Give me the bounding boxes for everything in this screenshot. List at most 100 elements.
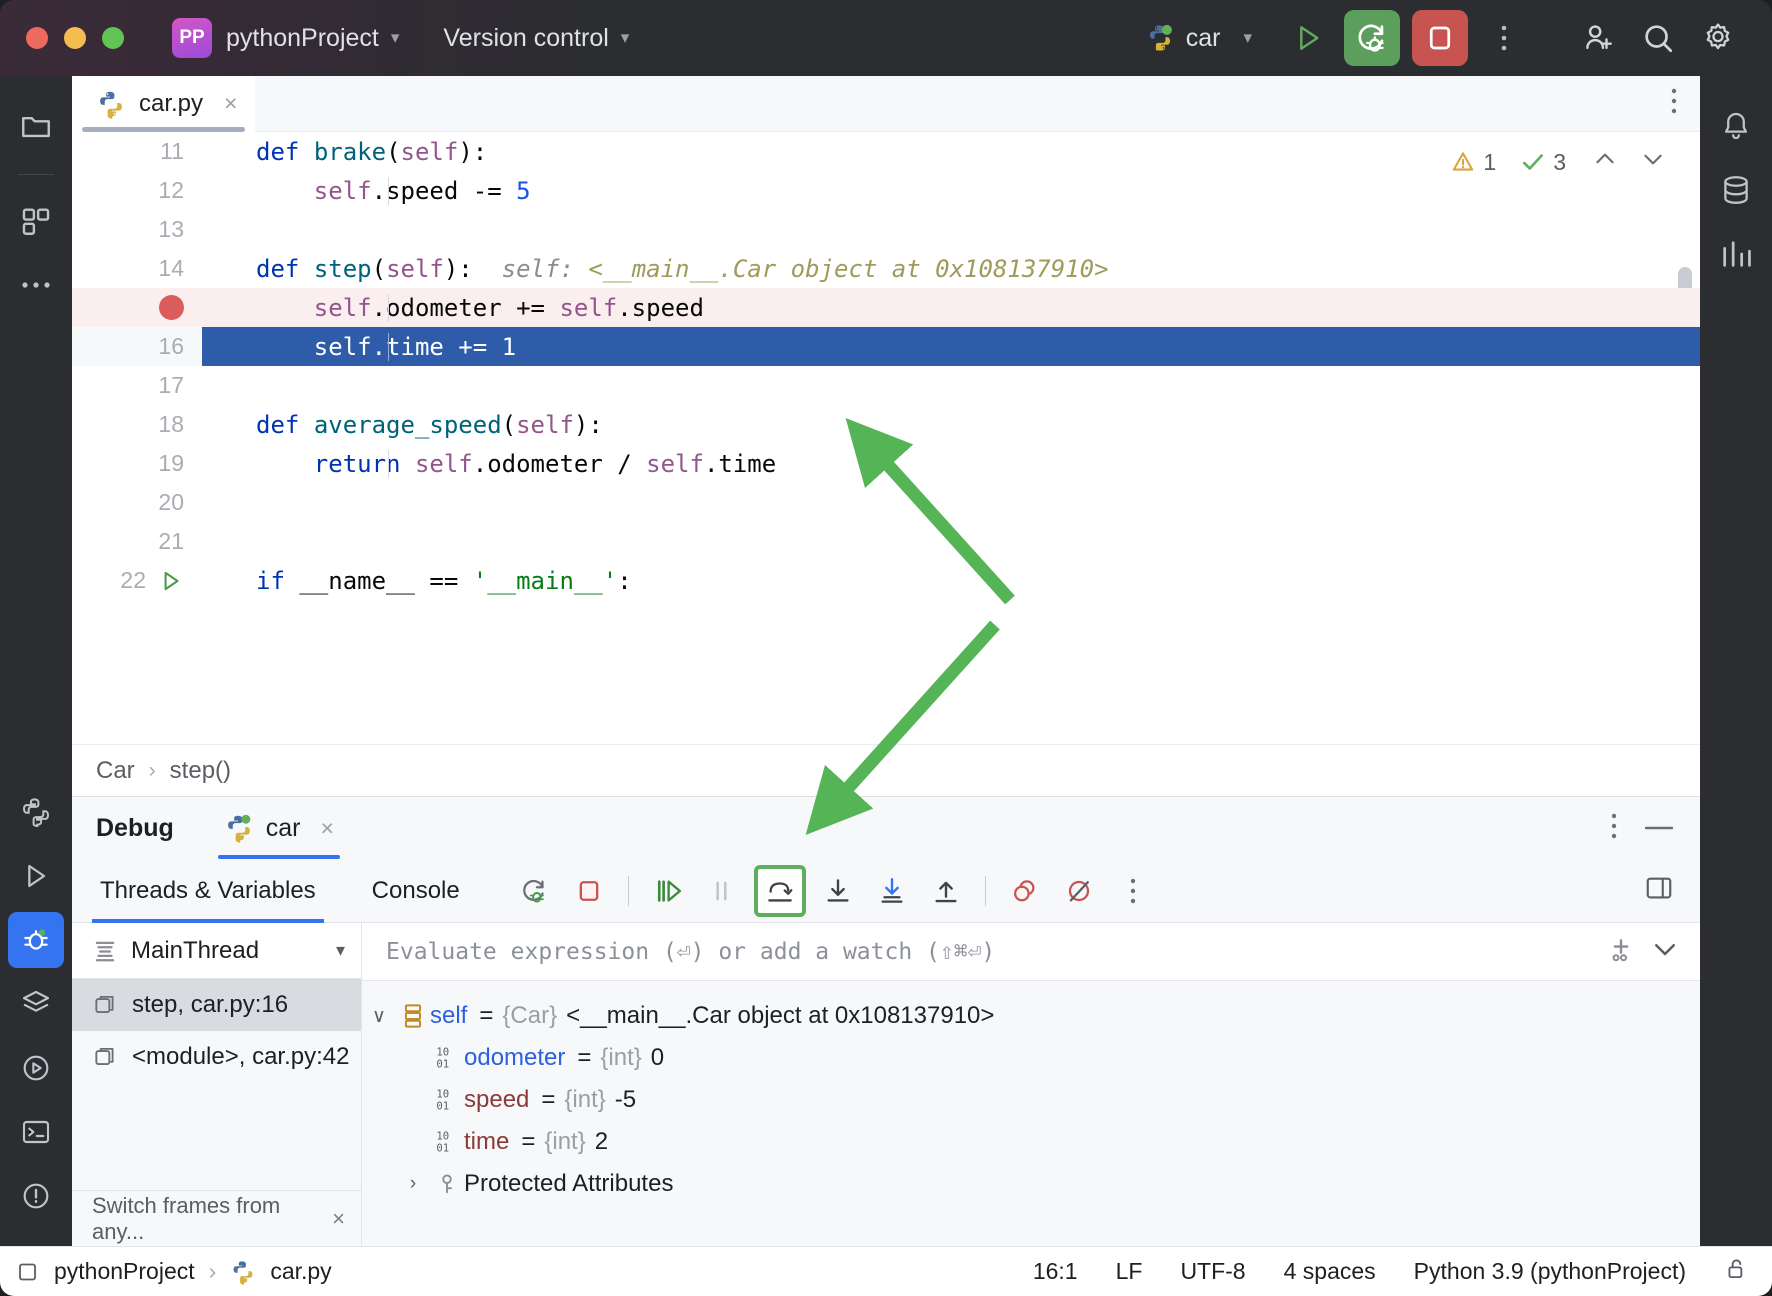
close-window-button[interactable] — [26, 27, 48, 49]
code-line-12[interactable]: 12 self.speed -= 5 — [72, 171, 1700, 210]
code-line-15[interactable]: self.odometer += self.speed — [72, 288, 1700, 327]
add-user-button[interactable] — [1574, 14, 1622, 62]
run-button[interactable] — [1284, 14, 1332, 62]
run-configuration-selector[interactable]: car ▾ — [1145, 23, 1252, 53]
code-line-17[interactable]: 17 — [72, 366, 1700, 405]
unlocked-icon[interactable] — [1724, 1256, 1750, 1288]
minimize-window-button[interactable] — [64, 27, 86, 49]
debug-session-tab[interactable]: car × — [218, 797, 340, 859]
close-icon[interactable]: × — [321, 815, 334, 842]
sidebar-item-project[interactable] — [8, 98, 64, 154]
chevron-down-icon[interactable]: ▾ — [621, 28, 630, 48]
status-project-name[interactable]: pythonProject — [54, 1258, 195, 1285]
code-line-18[interactable]: 18 def average_speed(self): — [72, 405, 1700, 444]
sidebar-item-profiler[interactable] — [1708, 226, 1764, 282]
breakpoint-gutter[interactable] — [72, 288, 202, 327]
force-step-into-button[interactable] — [870, 869, 914, 913]
frame-row[interactable]: <module>, car.py:42 — [72, 1031, 361, 1083]
rerun-debug-button[interactable] — [513, 869, 557, 913]
variable-row-odometer[interactable]: 10 01 odometer = {int} 0 — [362, 1037, 1700, 1079]
stop-button[interactable] — [1412, 10, 1468, 66]
line-number[interactable]: 21 — [72, 522, 202, 561]
debug-more-options-button[interactable] — [1111, 869, 1155, 913]
tab-console[interactable]: Console — [368, 859, 464, 923]
sidebar-item-debug[interactable] — [8, 912, 64, 968]
variable-row-protected-attributes[interactable]: › Protected Attributes — [362, 1163, 1700, 1205]
sidebar-item-database[interactable] — [1708, 162, 1764, 218]
variable-row-self[interactable]: ∨ self = {Car} <__main_ — [362, 995, 1700, 1037]
pause-program-button[interactable] — [700, 869, 744, 913]
maximize-window-button[interactable] — [102, 27, 124, 49]
thread-selector[interactable]: MainThread ▾ — [72, 923, 361, 979]
frame-row[interactable]: step, car.py:16 — [72, 979, 361, 1031]
chevron-down-icon[interactable]: ▾ — [391, 28, 400, 48]
settings-button[interactable] — [1694, 14, 1742, 62]
project-name[interactable]: pythonProject — [226, 24, 379, 53]
debug-options-button[interactable] — [1610, 812, 1618, 845]
code-line-22[interactable]: 22 if __name__ == '__main__': — [72, 561, 1700, 600]
code-line-19[interactable]: 19 return self.odometer / self.time — [72, 444, 1700, 483]
layout-settings-button[interactable] — [1644, 873, 1674, 908]
status-file-name[interactable]: car.py — [270, 1258, 331, 1285]
code-line-20[interactable]: 20 — [72, 483, 1700, 522]
minimize-panel-button[interactable] — [1644, 819, 1674, 837]
chevron-down-icon[interactable]: ∨ — [362, 1005, 396, 1028]
sidebar-item-coverage[interactable] — [8, 1040, 64, 1096]
mute-breakpoints-button[interactable] — [1057, 869, 1101, 913]
step-out-button[interactable] — [924, 869, 968, 913]
line-number[interactable]: 20 — [72, 483, 202, 522]
evaluate-expression-bar[interactable]: Evaluate expression (⏎) or add a watch (… — [362, 923, 1700, 981]
editor-tab-car-py[interactable]: car.py × — [72, 76, 255, 132]
editor-options-button[interactable] — [1670, 87, 1678, 120]
sidebar-item-notifications[interactable] — [1708, 98, 1764, 154]
line-number[interactable]: 12 — [72, 171, 202, 210]
close-icon[interactable]: × — [224, 90, 237, 117]
code-line-14[interactable]: 14 def step(self): self: <__main__.Car o… — [72, 249, 1700, 288]
tab-threads-and-variables[interactable]: Threads & Variables — [96, 859, 320, 923]
line-number[interactable]: 17 — [72, 366, 202, 405]
line-number[interactable]: 14 — [72, 249, 202, 288]
line-number[interactable]: 19 — [72, 444, 202, 483]
stop-debug-button[interactable] — [567, 869, 611, 913]
line-number[interactable]: 18 — [72, 405, 202, 444]
resume-program-button[interactable] — [646, 869, 690, 913]
line-separator[interactable]: LF — [1116, 1258, 1143, 1285]
chevron-down-icon[interactable]: ▾ — [1243, 28, 1252, 48]
variable-row-time[interactable]: 10 01 time = {int} 2 — [362, 1121, 1700, 1163]
breadcrumb[interactable]: Car › step() — [72, 744, 1700, 796]
window-controls[interactable] — [26, 27, 124, 49]
debug-button[interactable] — [1344, 10, 1400, 66]
code-line-21[interactable]: 21 — [72, 522, 1700, 561]
sidebar-item-run[interactable] — [8, 848, 64, 904]
variable-row-speed[interactable]: 10 01 speed = {int} -5 — [362, 1079, 1700, 1121]
inline-hint-value[interactable]: <__main__.Car object at 0x108137910> — [588, 255, 1108, 283]
expand-evaluate-button[interactable] — [1650, 934, 1680, 969]
version-control-menu[interactable]: Version control — [443, 24, 608, 53]
line-number[interactable]: 16 — [72, 327, 202, 366]
code-line-13[interactable]: 13 — [72, 210, 1700, 249]
chevron-down-icon[interactable]: ▾ — [336, 940, 345, 961]
code-line-16[interactable]: 16 self.time += 1 — [72, 327, 1700, 366]
add-watch-button[interactable] — [1606, 934, 1636, 969]
code-line-11[interactable]: 11 def brake(self): — [72, 132, 1700, 171]
indent-setting[interactable]: 4 spaces — [1284, 1258, 1376, 1285]
sidebar-item-terminal[interactable] — [8, 1104, 64, 1160]
variables-tree[interactable]: ∨ self = {Car} <__main_ — [362, 981, 1700, 1246]
breakpoint-icon[interactable] — [159, 295, 184, 320]
breadcrumb-method[interactable]: step() — [170, 757, 231, 785]
more-options-button[interactable] — [1480, 14, 1528, 62]
code-editor[interactable]: 1 3 — [72, 132, 1700, 744]
breadcrumb-class[interactable]: Car — [96, 757, 135, 785]
close-icon[interactable]: × — [332, 1206, 345, 1232]
sidebar-item-problems[interactable] — [8, 1168, 64, 1224]
sidebar-item-python-console[interactable] — [8, 784, 64, 840]
file-encoding[interactable]: UTF-8 — [1180, 1258, 1245, 1285]
line-number-with-run-gutter[interactable]: 22 — [72, 561, 202, 600]
line-number[interactable]: 11 — [72, 132, 202, 171]
step-over-button[interactable] — [754, 865, 806, 917]
run-gutter-icon[interactable] — [158, 568, 184, 594]
sidebar-item-structure[interactable] — [8, 193, 64, 249]
python-interpreter[interactable]: Python 3.9 (pythonProject) — [1414, 1258, 1686, 1285]
search-button[interactable] — [1634, 14, 1682, 62]
sidebar-item-more[interactable] — [8, 257, 64, 313]
